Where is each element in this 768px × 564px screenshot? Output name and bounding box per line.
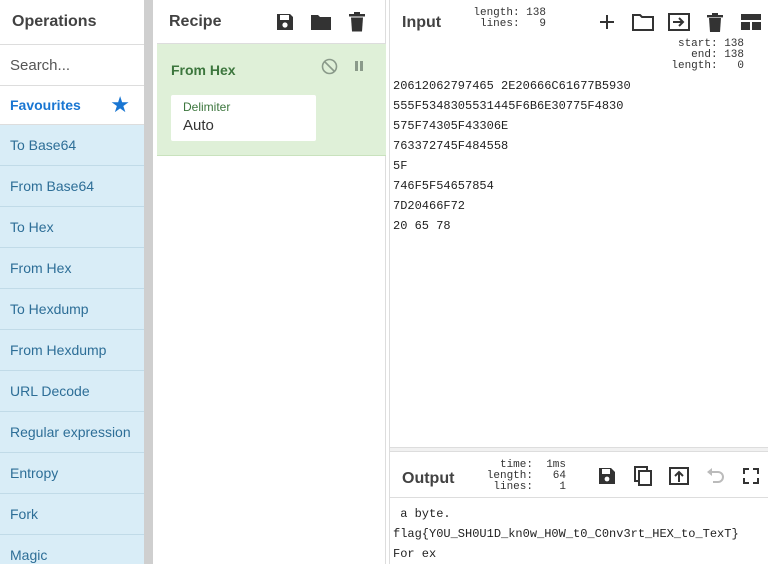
input-line: 7D20466F72 [393, 199, 466, 213]
maximise-icon[interactable] [733, 458, 768, 494]
operation-item[interactable]: Fork [0, 494, 144, 535]
delimiter-label: Delimiter [183, 100, 231, 114]
operation-item[interactable]: From Hex [0, 248, 144, 289]
input-line: 20612062797465 2E20666C61677B5930 [393, 79, 631, 93]
folder-icon[interactable] [303, 4, 339, 40]
pause-icon[interactable] [352, 58, 366, 80]
delimiter-field[interactable]: Delimiter Auto [171, 95, 316, 141]
copy-icon[interactable] [625, 458, 661, 494]
recipe-title: Recipe [169, 12, 222, 30]
operation-item[interactable]: Magic [0, 535, 144, 564]
disable-icon[interactable] [321, 58, 338, 80]
undo-icon[interactable] [697, 458, 733, 494]
output-title: Output [402, 470, 455, 487]
open-file-icon[interactable] [661, 4, 697, 40]
input-stats: length: 138 lines: 9 [473, 7, 546, 30]
input-textarea[interactable]: 20612062797465 2E20666C61677B5930 555F534… [393, 76, 631, 236]
open-folder-icon[interactable] [625, 4, 661, 40]
panel-splitter[interactable] [144, 0, 153, 564]
input-line: 746F5F54657854 [393, 179, 494, 193]
save-icon[interactable] [267, 4, 303, 40]
operations-list: To Base64 From Base64 To Hex From Hex To Hex… [0, 125, 144, 564]
recipe-operation-card[interactable]: From Hex Delimiter Auto [157, 44, 386, 156]
input-title: Input [402, 14, 442, 31]
input-line: 20 65 78 [393, 219, 451, 233]
output-stats: time: 1ms length: 64 lines: 1 [486, 459, 566, 493]
operation-item[interactable]: To Base64 [0, 125, 144, 166]
operation-item[interactable]: From Hexdump [0, 330, 144, 371]
input-line: 5F [393, 159, 408, 173]
output-line: flag{Y0U_SH0U1D_kn0w_H0W_t0_C0nv3rt_HEX_… [393, 527, 739, 541]
star-icon[interactable]: ★ [110, 94, 130, 116]
operation-item[interactable]: From Base64 [0, 166, 144, 207]
output-header: Output time: 1ms length: 64 lines: 1 [390, 452, 768, 498]
delimiter-value[interactable]: Auto [183, 117, 214, 134]
operation-name: From Hex [171, 62, 236, 78]
output-line: For ex [393, 547, 437, 561]
replace-input-icon[interactable] [661, 458, 697, 494]
operation-item[interactable]: Regular expression [0, 412, 144, 453]
operation-item[interactable]: To Hex [0, 207, 144, 248]
input-line: 763372745F484558 [393, 139, 509, 153]
operations-search[interactable] [0, 45, 144, 86]
operations-panel: Operations Favourites ★ To Base64From Ba… [0, 0, 144, 564]
layout-icon[interactable] [733, 4, 768, 40]
recipe-header: Recipe [157, 0, 385, 44]
favourites-category[interactable]: Favourites ★ [0, 86, 144, 125]
output-line: a byte. [393, 507, 451, 521]
search-input[interactable] [10, 56, 135, 74]
operation-item[interactable]: To Hexdump [0, 289, 144, 330]
trash-icon[interactable] [339, 4, 375, 40]
clear-input-trash-icon[interactable] [697, 4, 733, 40]
favourites-label: Favourites [10, 97, 81, 113]
recipe-panel: Recipe From Hex Delimiter Auto [157, 0, 386, 564]
add-icon[interactable] [589, 4, 625, 40]
save-output-icon[interactable] [589, 458, 625, 494]
operations-title: Operations [0, 0, 144, 45]
input-line: 575F74305F43306E [393, 119, 509, 133]
selection-stats: start: 138 end: 138 length: 0 [671, 38, 744, 72]
output-text: a byte. flag{Y0U_SH0U1D_kn0w_H0W_t0_C0nv3… [393, 504, 739, 564]
io-panel: Input length: 138 lines: 9 start: 138 en… [389, 0, 768, 564]
operation-item[interactable]: Entropy [0, 453, 144, 494]
input-line: 555F5348305531445F6B6E30775F4830 [393, 99, 624, 113]
operation-item[interactable]: URL Decode [0, 371, 144, 412]
